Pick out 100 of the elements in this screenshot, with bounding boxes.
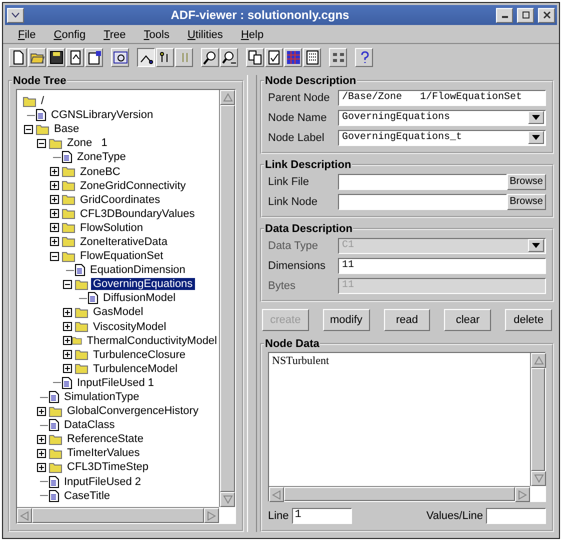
scroll-left-button[interactable] <box>17 508 32 523</box>
scroll-right-button[interactable] <box>204 508 219 523</box>
tree-node[interactable]: TimeIterValues <box>65 447 142 460</box>
data-text-area[interactable]: NSTurbulent <box>268 352 546 502</box>
menu-item[interactable]: File <box>9 28 45 42</box>
input-field[interactable] <box>486 508 546 524</box>
expand-toggle[interactable] <box>37 434 46 444</box>
collapse-toggle[interactable] <box>37 138 46 148</box>
tree-node[interactable]: GoverningEquations <box>91 278 195 290</box>
scroll-down-button[interactable] <box>531 471 546 486</box>
scroll-up-button[interactable] <box>220 90 235 105</box>
tree-node[interactable]: GlobalConvergenceHistory <box>65 405 200 418</box>
tree-node[interactable]: TurbulenceClosure <box>91 348 188 361</box>
scroll-down-button[interactable] <box>220 492 235 507</box>
tree-node[interactable]: CFL3DBoundaryValues <box>78 208 197 220</box>
arrow-right-icon <box>518 490 528 500</box>
tree-node[interactable]: ZoneType <box>75 151 128 164</box>
input-field[interactable] <box>338 174 507 190</box>
expand-toggle[interactable] <box>63 322 72 332</box>
dropdown-button[interactable] <box>528 239 544 252</box>
tree-node[interactable]: SimulationType <box>62 391 142 404</box>
input-field[interactable]: /Base/Zone 1/FlowEquationSet <box>338 90 546 106</box>
menu-item[interactable]: Config <box>44 28 95 42</box>
action-button[interactable]: modify <box>322 309 370 331</box>
menu-item[interactable]: Tree <box>94 28 135 42</box>
tree-node[interactable]: ZoneGridConnectivity <box>78 180 188 192</box>
tree-node[interactable]: CFL3DTimeStep <box>65 461 151 474</box>
tree-node[interactable]: FlowEquationSet <box>78 250 166 262</box>
collapse-toggle[interactable] <box>63 280 72 289</box>
scrollbar-thumb[interactable] <box>284 487 515 501</box>
action-button[interactable]: delete <box>505 309 552 331</box>
expand-toggle[interactable] <box>50 167 59 176</box>
tree-node[interactable]: TurbulenceModel <box>91 362 180 375</box>
input-field[interactable] <box>338 194 507 210</box>
dropdown-button[interactable] <box>528 111 544 124</box>
tree-node[interactable]: CaseTitle <box>62 490 112 502</box>
maximize-button[interactable] <box>517 8 534 22</box>
expand-toggle[interactable] <box>63 336 72 346</box>
tree-node[interactable]: Zone 1 <box>65 137 110 150</box>
dropdown-field[interactable]: GoverningEquations_t <box>338 130 546 146</box>
tree-node[interactable]: GridCoordinates <box>78 194 162 206</box>
tree-node[interactable]: ZoneBC <box>78 166 122 178</box>
scrollbar-thumb[interactable] <box>531 368 545 471</box>
expand-toggle[interactable] <box>50 181 59 190</box>
plus-icon <box>51 196 58 204</box>
scroll-right-button[interactable] <box>515 487 530 502</box>
document-icon <box>62 376 72 389</box>
horizontal-scrollbar[interactable] <box>269 486 530 501</box>
collapse-toggle[interactable] <box>50 252 59 261</box>
scrollbar-thumb[interactable] <box>32 508 204 523</box>
tree-node[interactable]: InputFileUsed 1 <box>75 376 156 389</box>
menu-item[interactable]: Utilities <box>178 28 232 42</box>
expand-toggle[interactable] <box>37 462 46 472</box>
plus-icon <box>51 182 58 190</box>
splitter-handle[interactable] <box>247 75 257 532</box>
tree-node[interactable]: CGNSLibraryVersion <box>49 109 156 122</box>
tree-node[interactable]: EquationDimension <box>88 264 188 276</box>
arrow-up-icon <box>534 356 544 366</box>
expand-toggle[interactable] <box>37 448 46 458</box>
dropdown-button[interactable] <box>528 131 544 144</box>
action-button[interactable]: clear <box>444 309 492 331</box>
input-field[interactable]: 1 <box>292 508 352 524</box>
dropdown-field[interactable]: GoverningEquations <box>338 110 546 126</box>
menu-item[interactable]: Tools <box>134 28 178 42</box>
expand-toggle[interactable] <box>50 223 59 232</box>
close-button[interactable] <box>538 8 555 22</box>
tree-node[interactable]: ViscosityModel <box>91 320 168 333</box>
expand-toggle[interactable] <box>50 209 59 218</box>
window-menu-button[interactable] <box>7 8 24 22</box>
tree-node[interactable]: / <box>39 95 46 108</box>
tree-node[interactable]: FlowSolution <box>78 222 145 234</box>
tree-node[interactable]: ZoneIterativeData <box>78 236 170 248</box>
vertical-scrollbar[interactable] <box>530 353 545 486</box>
action-button[interactable]: read <box>384 309 430 331</box>
tree-node[interactable]: ThermalConductivityModel <box>84 334 219 347</box>
tree-node[interactable]: DataClass <box>62 419 117 432</box>
tree-node[interactable]: GasModel <box>91 306 146 318</box>
menu-item[interactable]: Help <box>232 28 273 42</box>
browse-button[interactable]: Browse <box>506 174 546 190</box>
expand-toggle[interactable] <box>50 195 59 204</box>
tree-node[interactable]: DiffusionModel <box>101 292 178 304</box>
checklist-icon <box>266 50 282 65</box>
horizontal-scrollbar[interactable] <box>17 507 219 523</box>
expand-toggle[interactable] <box>37 406 46 416</box>
expand-toggle[interactable] <box>63 308 72 317</box>
tree-node[interactable]: ReferenceState <box>65 433 146 446</box>
browse-button[interactable]: Browse <box>506 194 546 210</box>
expand-toggle[interactable] <box>63 350 72 360</box>
collapse-toggle[interactable] <box>24 124 33 134</box>
scroll-up-button[interactable] <box>531 353 546 368</box>
minimize-button[interactable] <box>496 8 513 22</box>
tree-node[interactable]: Base <box>52 123 82 136</box>
arrow-left-icon <box>20 510 30 520</box>
expand-toggle[interactable] <box>50 237 59 246</box>
expand-toggle[interactable] <box>63 364 72 374</box>
tree-node[interactable]: InputFileUsed 2 <box>62 476 144 488</box>
toolbar-button[interactable] <box>137 48 155 67</box>
folder-icon <box>62 208 75 220</box>
scroll-left-button[interactable] <box>269 487 284 502</box>
input-field[interactable]: 11 <box>338 258 546 274</box>
